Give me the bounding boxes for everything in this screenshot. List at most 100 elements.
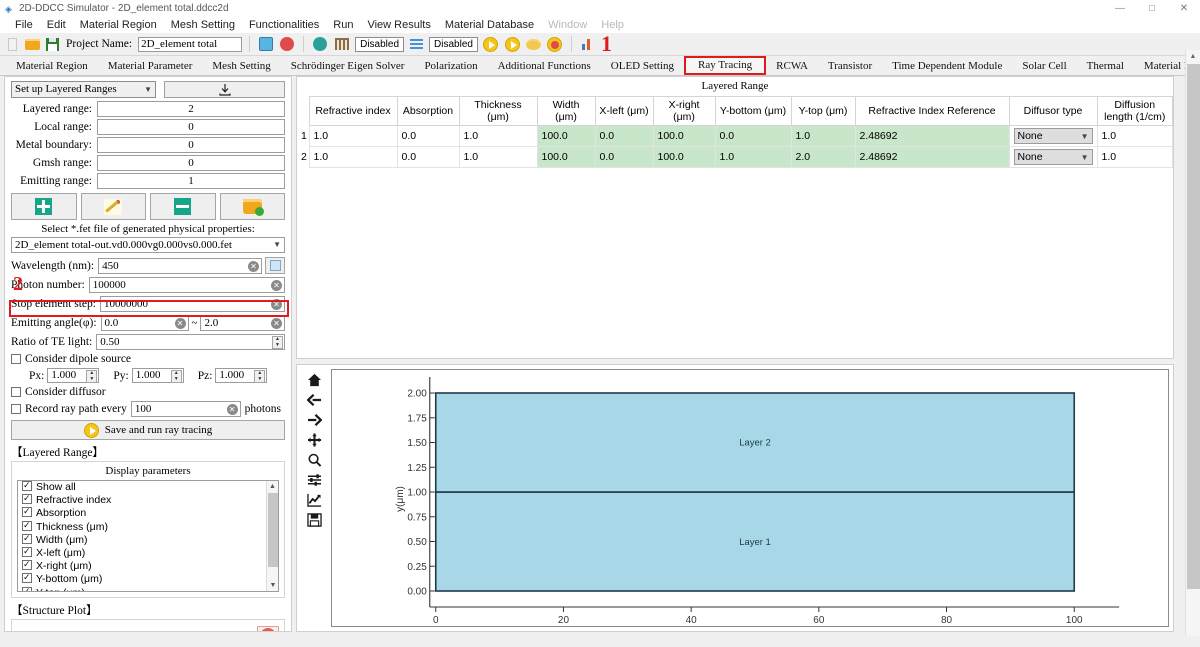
tab-solar-cell[interactable]: Solar Cell [1012, 56, 1076, 75]
cell-refractive-index[interactable]: 1.0 [308, 146, 398, 168]
list-item[interactable]: Width (μm) [18, 532, 278, 547]
metal-boundary-input[interactable]: 0 [97, 137, 285, 153]
menu-file[interactable]: File [8, 17, 40, 33]
cell-diffusor-type[interactable]: None ▼ [1008, 146, 1098, 168]
col-x-right[interactable]: X-right (μm) [652, 96, 716, 126]
checkbox-icon[interactable] [22, 586, 32, 591]
close-button[interactable]: ✕ [1168, 0, 1200, 17]
download-ranges-button[interactable] [164, 81, 285, 98]
show-figure-checkbox[interactable]: Show figure [17, 629, 88, 631]
export-icon[interactable] [525, 38, 541, 50]
page-scrollbar[interactable]: ▲ ▼ [1185, 50, 1200, 647]
table-row[interactable]: 1 1.0 0.0 1.0 100.0 0.0 100.0 0.0 1.0 2.… [297, 125, 1173, 147]
menu-edit[interactable]: Edit [40, 17, 73, 33]
menu-view-results[interactable]: View Results [360, 17, 437, 33]
checkbox-icon[interactable] [22, 571, 32, 585]
cell-y-top[interactable]: 1.0 [790, 125, 856, 147]
tab-thermal[interactable]: Thermal [1077, 56, 1134, 75]
back-arrow-icon[interactable] [306, 393, 322, 407]
clear-icon[interactable]: ✕ [271, 280, 282, 291]
list-item[interactable]: Refractive index [18, 492, 278, 507]
cell-x-left[interactable]: 0.0 [594, 125, 654, 147]
cell-ri-reference[interactable]: 2.48692 [854, 125, 1010, 147]
clear-icon[interactable]: ✕ [248, 260, 259, 272]
table-row[interactable]: 2 1.0 0.0 1.0 100.0 0.0 100.0 1.0 2.0 2.… [297, 146, 1173, 168]
col-width[interactable]: Width (μm) [536, 96, 596, 126]
minimize-button[interactable]: — [1104, 0, 1136, 17]
tab-oled-setting[interactable]: OLED Setting [601, 56, 684, 75]
py-input[interactable]: 1.000 ▲ ▼ [131, 368, 184, 383]
local-range-input[interactable]: 0 [97, 119, 285, 135]
diffusor-type-select[interactable]: None ▼ [1013, 128, 1093, 144]
col-diffusion-length[interactable]: Diffusion length (1/cm) [1096, 96, 1173, 126]
cell-thickness[interactable]: 1.0 [458, 146, 538, 168]
cell-diffusor-type[interactable]: None ▼ [1008, 125, 1098, 147]
tab-additional-functions[interactable]: Additional Functions [488, 56, 601, 75]
menu-help[interactable]: Help [594, 17, 631, 33]
document-icon[interactable] [8, 37, 17, 51]
cell-absorption[interactable]: 0.0 [396, 146, 460, 168]
col-x-left[interactable]: X-left (μm) [594, 96, 654, 126]
refresh-figure-button[interactable] [257, 626, 279, 631]
record-ray-path-checkbox[interactable] [11, 404, 21, 414]
emitting-angle-from-input[interactable]: 0.0 ✕ [100, 315, 189, 331]
spinner-icon[interactable]: ▲ ▼ [86, 370, 98, 383]
layered-range-input[interactable]: 2 [97, 101, 285, 117]
tab-material-parameter[interactable]: Material Parameter [98, 56, 203, 75]
wavelength-picker-button[interactable] [265, 257, 285, 274]
menu-mesh-setting[interactable]: Mesh Setting [164, 17, 242, 33]
layer-structure-plot[interactable]: 0.00 0.25 0.50 0.75 1.00 1.25 1.50 1.75 … [331, 369, 1169, 627]
cell-x-left[interactable]: 0.0 [594, 146, 654, 168]
save-icon[interactable] [46, 37, 59, 51]
px-input[interactable]: 1.000 ▲ ▼ [47, 368, 100, 383]
col-refractive-index-reference[interactable]: Refractive Index Reference [854, 96, 1010, 126]
cell-diffusion-length[interactable]: 1.0 [1096, 125, 1173, 147]
refresh-icon[interactable] [259, 37, 274, 51]
menu-material-database[interactable]: Material Database [438, 17, 541, 33]
home-icon[interactable] [307, 373, 322, 387]
consider-dipole-source-checkbox[interactable]: Consider dipole source [11, 353, 285, 365]
pz-input[interactable]: 1.000 ▲ ▼ [215, 368, 268, 383]
checkbox-icon[interactable] [22, 519, 32, 532]
cell-diffusion-length[interactable]: 1.0 [1096, 146, 1173, 168]
list-item[interactable]: Y-top (μm) [18, 586, 278, 591]
list-item[interactable]: Show all [18, 481, 278, 494]
cell-y-bottom[interactable]: 1.0 [714, 146, 792, 168]
spinner-icon[interactable]: ▲ ▼ [272, 336, 283, 349]
emitting-angle-to-input[interactable]: 2.0 ✕ [200, 315, 285, 331]
cell-y-bottom[interactable]: 0.0 [714, 125, 792, 147]
tab-mesh-setting[interactable]: Mesh Setting [202, 56, 280, 75]
clear-icon[interactable]: ✕ [271, 299, 282, 310]
list-item[interactable]: Y-bottom (μm) [18, 571, 278, 586]
structure-figure[interactable]: 0.00 0.25 0.50 0.75 1.00 1.25 1.50 1.75 … [331, 369, 1169, 627]
checkbox-icon[interactable] [22, 505, 32, 519]
checkbox-icon[interactable] [22, 545, 32, 558]
scroll-down-icon[interactable]: ▼ [267, 580, 278, 591]
cell-ri-reference[interactable]: 2.48692 [854, 146, 1010, 168]
cell-width[interactable]: 100.0 [536, 125, 596, 147]
clear-icon[interactable]: ✕ [271, 318, 282, 329]
scrollbar-thumb[interactable] [1187, 64, 1200, 589]
zoom-magnifier-icon[interactable] [307, 453, 322, 467]
scroll-up-icon[interactable]: ▲ [1186, 50, 1200, 63]
save-and-run-ray-tracing-button[interactable]: Save and run ray tracing [11, 420, 285, 440]
list-item[interactable]: Absorption [18, 505, 278, 520]
structure-icon[interactable] [313, 37, 328, 51]
checkbox-icon[interactable] [22, 481, 32, 492]
tab-rcwa[interactable]: RCWA [766, 56, 818, 75]
spinner-icon[interactable]: ▲ ▼ [254, 370, 266, 383]
emitting-range-input[interactable]: 1 [97, 173, 285, 189]
pan-move-icon[interactable] [307, 433, 322, 447]
photon-number-input[interactable]: 100000 ✕ [88, 277, 285, 293]
cell-y-top[interactable]: 2.0 [790, 146, 856, 168]
mesh-icon[interactable] [335, 38, 350, 50]
spinner-icon[interactable]: ▲ ▼ [170, 370, 182, 383]
forward-arrow-icon[interactable] [307, 413, 322, 427]
stop-element-step-input[interactable]: 10000000 ✕ [99, 296, 285, 312]
add-range-button[interactable] [11, 193, 77, 220]
tab-polarization[interactable]: Polarization [414, 56, 487, 75]
tab-ray-tracing[interactable]: Ray Tracing [684, 56, 767, 75]
list-item[interactable]: X-right (μm) [18, 558, 278, 573]
configure-subplots-icon[interactable] [307, 473, 322, 487]
scroll-up-icon[interactable]: ▲ [267, 481, 278, 492]
